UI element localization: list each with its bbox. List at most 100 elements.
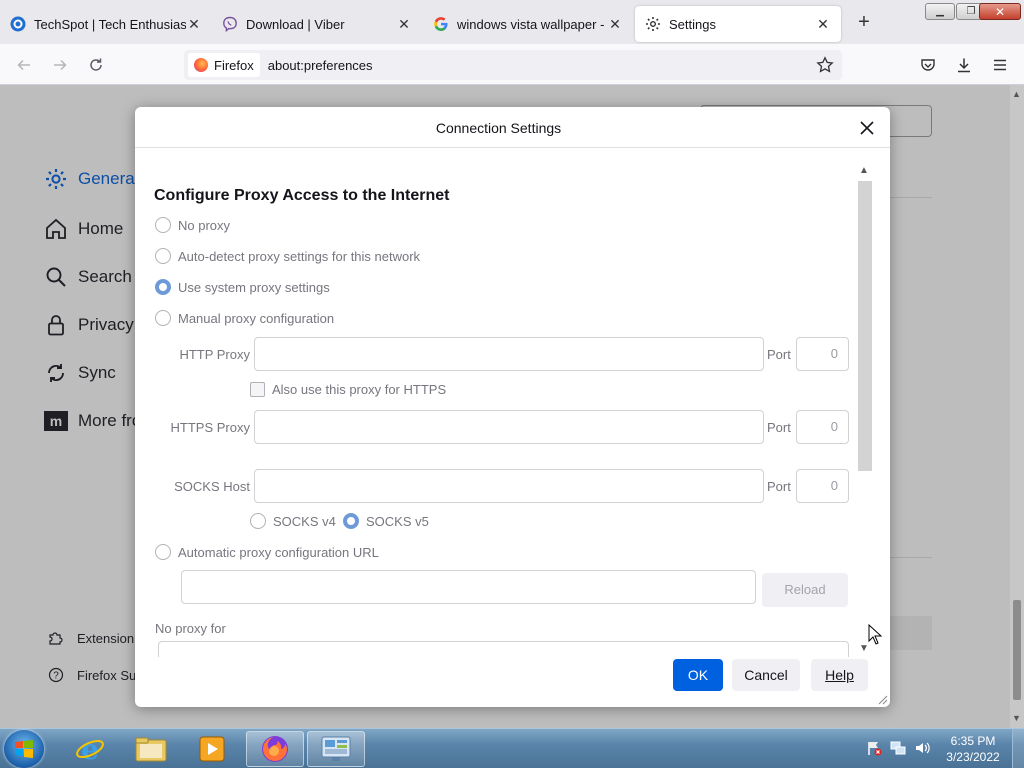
sidebar-item-privacy[interactable]: Privacy & bbox=[44, 313, 150, 337]
radio-no-proxy[interactable]: No proxy bbox=[155, 217, 230, 233]
radio-manual-proxy[interactable]: Manual proxy configuration bbox=[155, 310, 334, 326]
new-tab-button[interactable]: + bbox=[853, 12, 875, 34]
radio-label: Manual proxy configuration bbox=[178, 310, 335, 326]
radio-use-system-proxy[interactable]: Use system proxy settings bbox=[155, 279, 330, 295]
firefox-icon bbox=[194, 58, 208, 72]
taskbar-clock[interactable]: 6:35 PM 3/23/2022 bbox=[940, 733, 1006, 765]
http-port-label: Port bbox=[767, 347, 791, 362]
radio-button[interactable] bbox=[155, 248, 171, 264]
show-desktop-button[interactable] bbox=[1012, 729, 1024, 768]
close-tab-icon[interactable]: ✕ bbox=[186, 16, 202, 32]
identity-box[interactable]: Firefox bbox=[188, 53, 260, 77]
taskbar-firefox[interactable] bbox=[246, 731, 304, 767]
sync-icon bbox=[44, 361, 68, 385]
close-tab-icon[interactable]: ✕ bbox=[815, 16, 831, 32]
network-icon[interactable] bbox=[890, 740, 908, 758]
taskbar-internet-explorer[interactable]: e bbox=[61, 731, 119, 767]
http-port-input[interactable]: 0 bbox=[796, 337, 849, 371]
radio-button[interactable] bbox=[155, 217, 171, 233]
svg-text:e: e bbox=[81, 734, 99, 764]
tab-strip: TechSpot | Tech Enthusiasts, P ✕ Downloa… bbox=[0, 0, 1024, 44]
reload-button[interactable]: Reload bbox=[762, 573, 848, 607]
forward-button[interactable] bbox=[47, 52, 73, 78]
socks-host-input[interactable] bbox=[254, 469, 764, 503]
bookmark-star-icon[interactable] bbox=[816, 56, 834, 77]
taskbar-media-player[interactable] bbox=[183, 731, 241, 767]
no-proxy-for-textarea[interactable] bbox=[158, 641, 849, 657]
forward-arrow-icon bbox=[54, 59, 67, 71]
address-bar[interactable]: Firefox about:preferences bbox=[184, 50, 842, 80]
firefox-icon bbox=[262, 736, 288, 762]
radio-button[interactable] bbox=[155, 310, 171, 326]
radio-label: Use system proxy settings bbox=[178, 279, 330, 295]
page-scrollbar[interactable]: ▲ ▼ bbox=[1010, 85, 1024, 728]
start-button[interactable] bbox=[4, 730, 44, 768]
scroll-up-arrow-icon[interactable]: ▲ bbox=[1012, 89, 1021, 99]
radio-button[interactable] bbox=[155, 544, 171, 560]
sidebar-item-label: Home bbox=[78, 219, 124, 238]
sidebar-item-general[interactable]: General bbox=[44, 167, 138, 191]
resize-grip-icon[interactable] bbox=[876, 693, 888, 705]
radio-button-selected[interactable] bbox=[343, 513, 359, 529]
tab-title: Settings bbox=[669, 16, 716, 32]
divider bbox=[890, 197, 932, 198]
tab-settings[interactable]: Settings ✕ bbox=[635, 6, 841, 42]
radio-label: Auto-detect proxy settings for this netw… bbox=[178, 248, 421, 264]
action-center-flag-icon[interactable] bbox=[866, 740, 884, 758]
also-use-for-https-checkbox[interactable]: Also use this proxy for HTTPS bbox=[250, 382, 446, 397]
radio-socks-v5[interactable]: SOCKS v5 bbox=[343, 513, 429, 529]
gear-icon bbox=[645, 16, 661, 32]
volume-icon[interactable] bbox=[914, 740, 932, 758]
socks-port-input[interactable]: 0 bbox=[796, 469, 849, 503]
search-icon bbox=[44, 265, 68, 289]
sidebar-footer-support[interactable]: ? Firefox Su bbox=[48, 667, 136, 683]
auto-config-url-input[interactable] bbox=[181, 570, 756, 604]
minimize-button[interactable]: ▁ bbox=[925, 3, 955, 20]
radio-label: Automatic proxy configuration URL bbox=[178, 544, 379, 560]
url-text[interactable]: about:preferences bbox=[268, 58, 373, 73]
reload-page-button[interactable] bbox=[83, 52, 109, 78]
sidebar-item-home[interactable]: Home bbox=[44, 217, 123, 241]
mozilla-icon: m bbox=[44, 409, 68, 433]
tab-techspot[interactable]: TechSpot | Tech Enthusiasts, P ✕ bbox=[0, 6, 212, 42]
section-heading: Configure Proxy Access to the Internet bbox=[154, 187, 450, 204]
radio-button-selected[interactable] bbox=[155, 279, 171, 295]
back-button[interactable] bbox=[11, 52, 37, 78]
downloads-button[interactable] bbox=[951, 52, 977, 78]
close-tab-icon[interactable]: ✕ bbox=[396, 16, 412, 32]
radio-auto-config-url[interactable]: Automatic proxy configuration URL bbox=[155, 544, 379, 560]
scrollbar-thumb[interactable] bbox=[1013, 600, 1021, 700]
sidebar-item-sync[interactable]: Sync bbox=[44, 361, 116, 385]
checkbox-label: Also use this proxy for HTTPS bbox=[272, 382, 447, 397]
pocket-button[interactable] bbox=[915, 52, 941, 78]
sidebar-item-more-from-mozilla[interactable]: m More fro bbox=[44, 409, 141, 433]
tab-google[interactable]: windows vista wallpaper - Go ✕ bbox=[423, 6, 633, 42]
radio-button[interactable] bbox=[250, 513, 266, 529]
close-tab-icon[interactable]: ✕ bbox=[607, 16, 623, 32]
scrollbar-thumb[interactable] bbox=[858, 181, 872, 471]
radio-auto-detect[interactable]: Auto-detect proxy settings for this netw… bbox=[155, 248, 420, 264]
https-port-input[interactable]: 0 bbox=[796, 410, 849, 444]
help-button[interactable]: Help bbox=[811, 659, 868, 691]
dialog-scrollbar[interactable]: ▲ ▼ bbox=[857, 165, 873, 659]
sidebar-footer-extensions[interactable]: Extension bbox=[48, 630, 134, 646]
scroll-up-arrow-icon[interactable]: ▲ bbox=[859, 165, 869, 176]
taskbar-explorer[interactable] bbox=[122, 731, 180, 767]
taskbar-control-panel[interactable] bbox=[307, 731, 365, 767]
pocket-icon bbox=[921, 59, 935, 71]
sidebar-item-search[interactable]: Search bbox=[44, 265, 132, 289]
http-proxy-input[interactable] bbox=[254, 337, 764, 371]
cancel-button[interactable]: Cancel bbox=[732, 659, 800, 691]
scroll-down-arrow-icon[interactable]: ▼ bbox=[1012, 713, 1021, 723]
ok-button[interactable]: OK bbox=[673, 659, 723, 691]
tab-viber[interactable]: Download | Viber ✕ bbox=[212, 6, 422, 42]
app-menu-button[interactable] bbox=[987, 52, 1013, 78]
close-dialog-button[interactable] bbox=[857, 118, 877, 138]
https-proxy-input[interactable] bbox=[254, 410, 764, 444]
radio-socks-v4[interactable]: SOCKS v4 bbox=[250, 513, 336, 529]
puzzle-piece-icon bbox=[48, 630, 64, 646]
sidebar-footer-label: Firefox Su bbox=[77, 667, 137, 683]
https-port-label: Port bbox=[767, 420, 791, 435]
close-window-button[interactable]: ✕ bbox=[979, 3, 1021, 20]
checkbox[interactable] bbox=[250, 382, 265, 397]
